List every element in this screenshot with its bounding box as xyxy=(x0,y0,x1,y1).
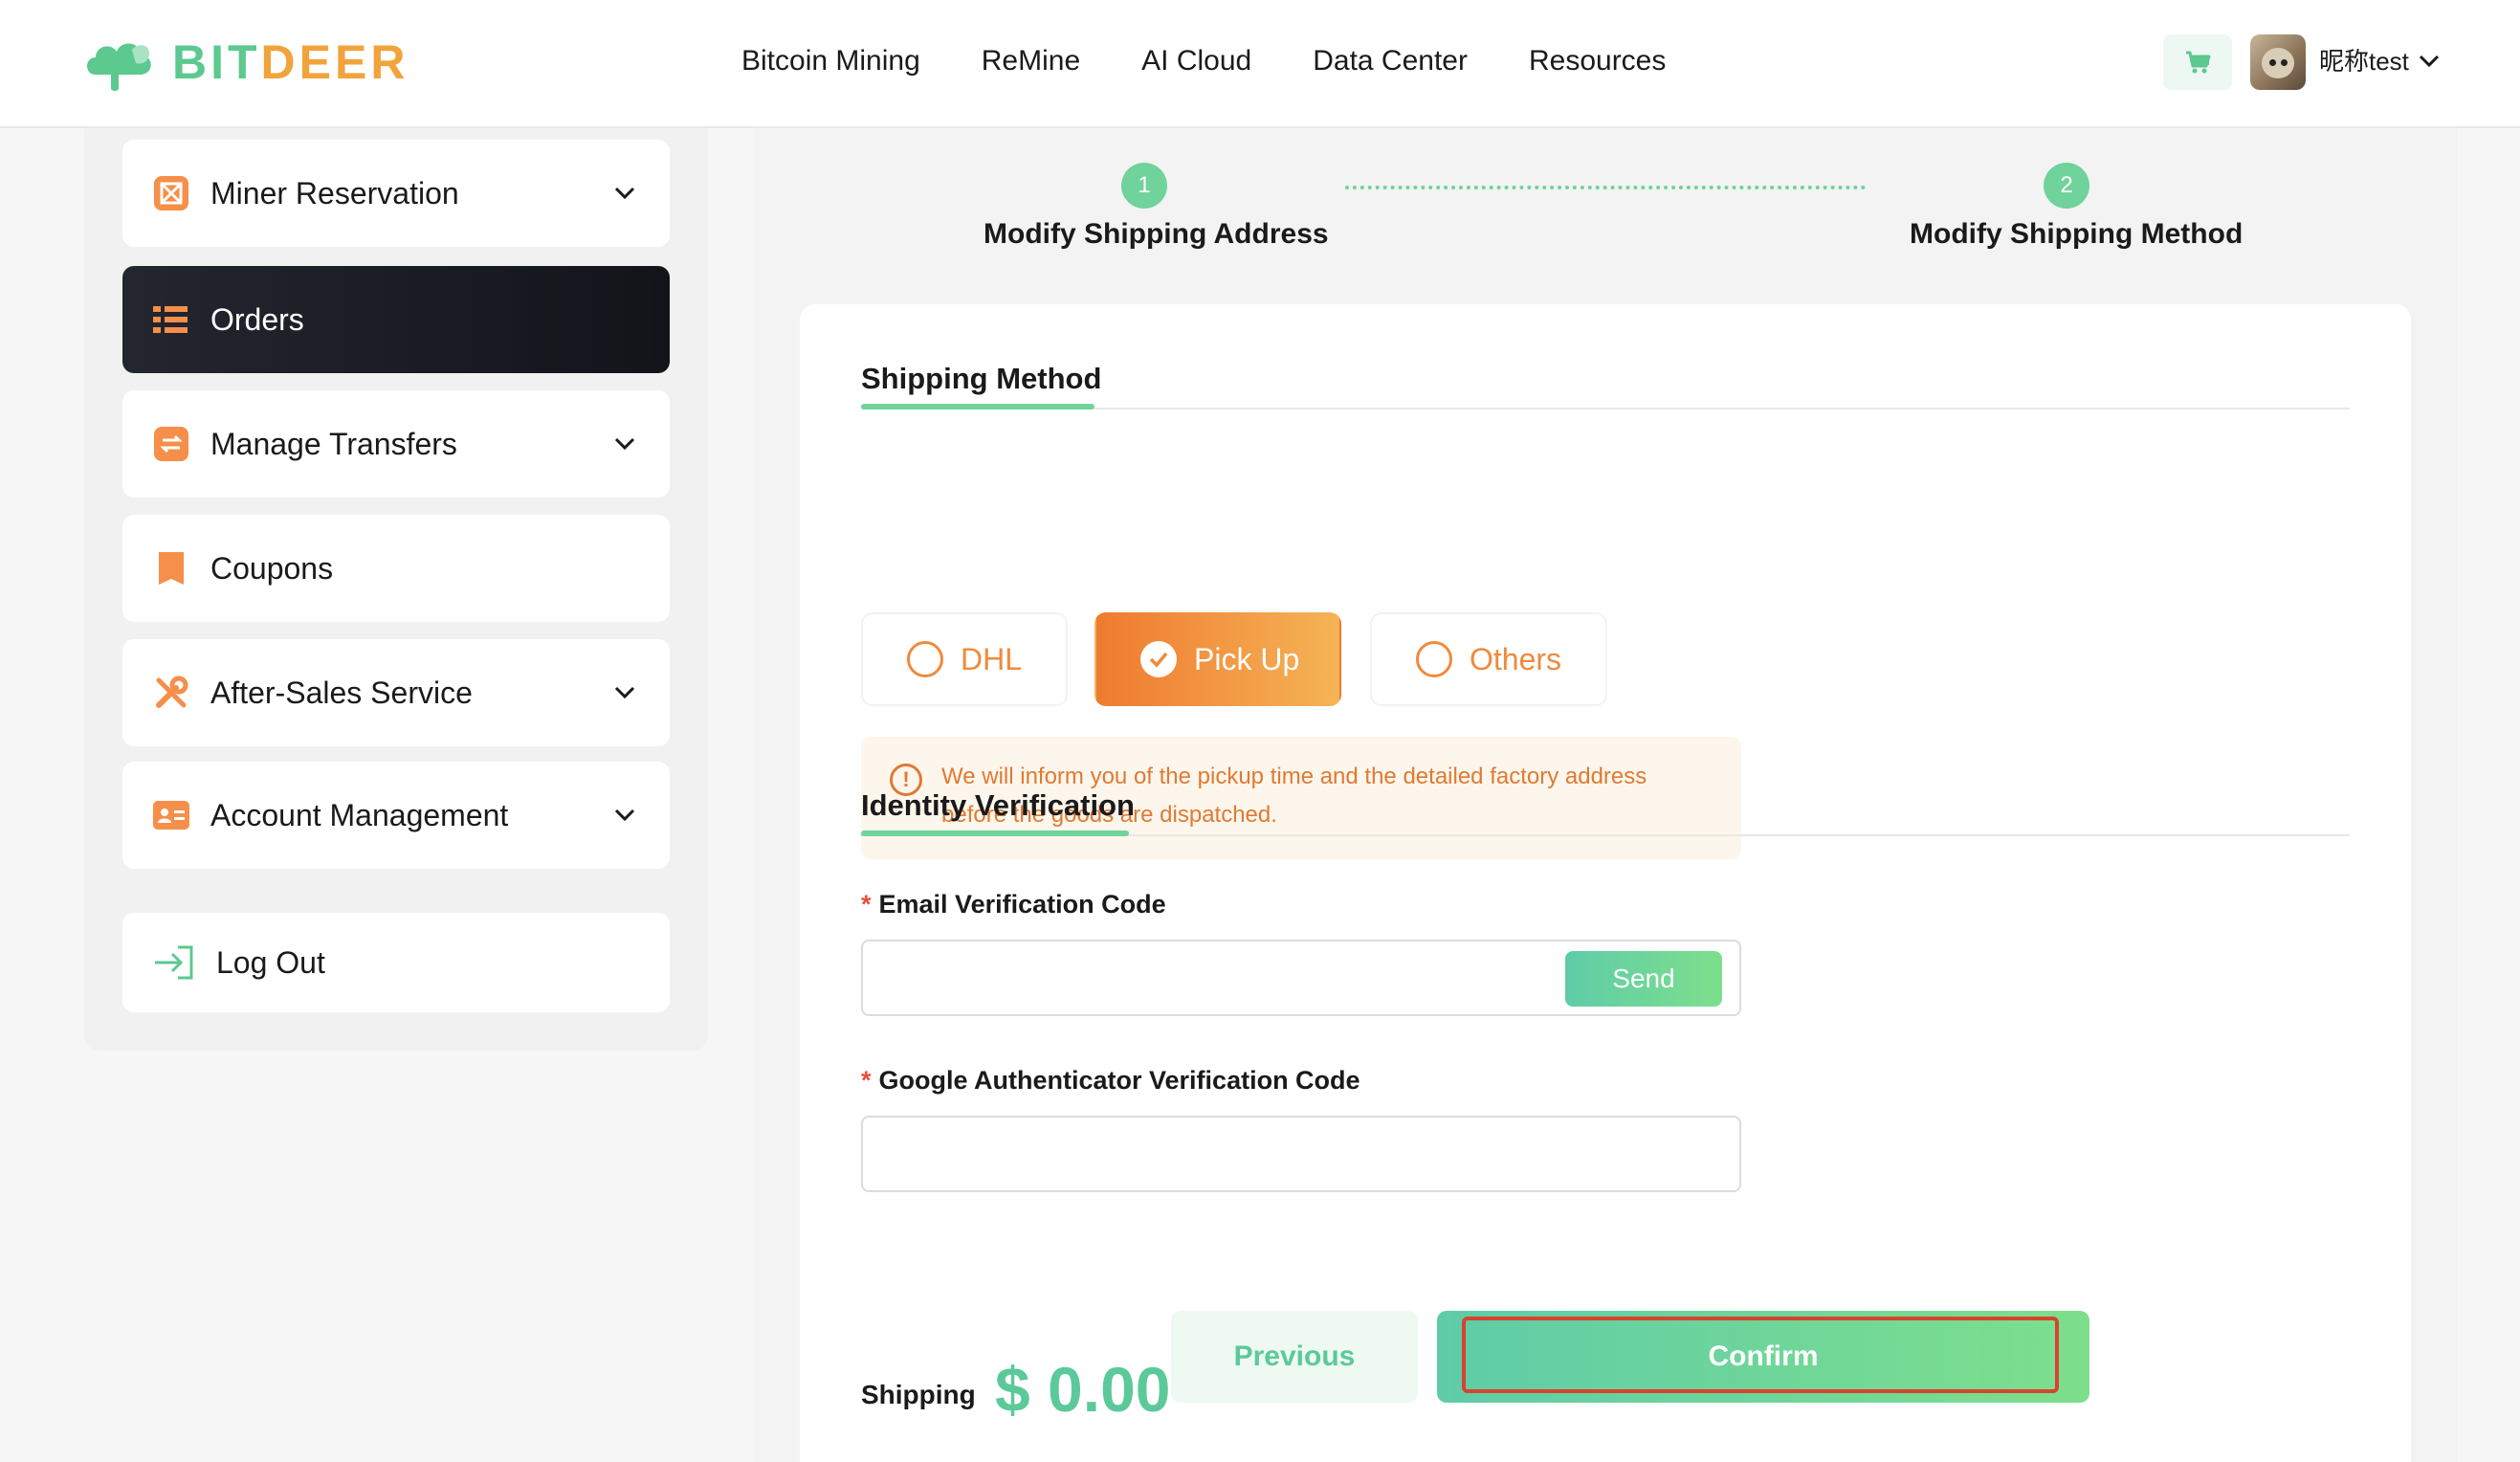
nav-bitcoin-mining[interactable]: Bitcoin Mining xyxy=(741,40,920,82)
shipping-option-pick-up[interactable]: Pick Up xyxy=(1094,612,1341,706)
sidebar-item-label: Manage Transfers xyxy=(210,426,457,461)
sidebar: Miner Reservation Orders Manage Transfer… xyxy=(84,128,708,1051)
radio-unchecked-icon xyxy=(1416,641,1452,677)
deer-cloud-logo-icon xyxy=(87,43,151,91)
option-label: Others xyxy=(1470,641,1562,676)
sidebar-item-orders[interactable]: Orders xyxy=(122,266,670,373)
email-code-label: * Email Verification Code xyxy=(861,890,1166,919)
step-2-label: Modify Shipping Method xyxy=(1910,218,2244,250)
logout-label: Log Out xyxy=(216,944,325,980)
step-2-indicator: 2 xyxy=(2044,163,2089,209)
transfer-icon xyxy=(153,426,189,462)
id-card-icon xyxy=(153,797,189,833)
main-nav: Bitcoin Mining ReMine AI Cloud Data Cent… xyxy=(741,40,1666,82)
chevron-down-icon xyxy=(614,809,635,822)
logout-icon xyxy=(153,944,195,981)
cart-icon xyxy=(2186,51,2211,74)
radio-checked-icon xyxy=(1140,641,1177,677)
chevron-down-icon xyxy=(2419,55,2439,68)
cart-button[interactable] xyxy=(2163,34,2232,90)
shipping-price: $ 0.00 xyxy=(995,1354,1171,1425)
step-connector xyxy=(1345,186,1866,189)
logo-text-bit: BIT xyxy=(172,35,261,89)
logout-button[interactable]: Log Out xyxy=(122,913,670,1012)
user-menu[interactable]: 昵称test xyxy=(2319,42,2440,80)
nav-remine[interactable]: ReMine xyxy=(982,40,1080,82)
radio-unchecked-icon xyxy=(907,641,943,677)
form-card: Shipping Method DHL Pick Up Others ! We … xyxy=(800,304,2411,1462)
sidebar-item-label: Miner Reservation xyxy=(210,175,459,210)
sidebar-item-label: After-Sales Service xyxy=(210,675,473,710)
step-1-indicator: 1 xyxy=(1121,163,1167,209)
chevron-down-icon xyxy=(614,437,635,451)
list-icon xyxy=(153,301,189,338)
top-header: BITDEER Bitcoin Mining ReMine AI Cloud D… xyxy=(0,0,2520,128)
step-1-label: Modify Shipping Address xyxy=(984,218,1329,250)
nav-resources[interactable]: Resources xyxy=(1529,40,1666,82)
option-label: Pick Up xyxy=(1194,641,1300,676)
sidebar-item-account-management[interactable]: Account Management xyxy=(122,762,670,869)
chevron-down-icon xyxy=(614,686,635,699)
sidebar-item-after-sales[interactable]: After-Sales Service xyxy=(122,639,670,746)
logo-text-deer: DEER xyxy=(260,35,409,89)
google-code-label: * Google Authenticator Verification Code xyxy=(861,1066,1360,1095)
previous-button[interactable]: Previous xyxy=(1171,1311,1418,1403)
sidebar-item-manage-transfers[interactable]: Manage Transfers xyxy=(122,390,670,498)
bitdeer-logo[interactable]: BITDEER xyxy=(82,31,409,94)
sidebar-item-coupons[interactable]: Coupons xyxy=(122,515,670,622)
sidebar-item-label: Account Management xyxy=(210,797,509,832)
highlight-outline xyxy=(1462,1317,2059,1393)
identity-verification-title: Identity Verification xyxy=(861,788,1135,822)
miner-icon xyxy=(153,175,189,211)
tools-icon xyxy=(153,675,189,711)
avatar[interactable] xyxy=(2250,34,2306,90)
sidebar-item-miner-reservation[interactable]: Miner Reservation xyxy=(122,140,670,247)
shipping-option-dhl[interactable]: DHL xyxy=(861,612,1068,706)
send-code-button[interactable]: Send xyxy=(1565,951,1722,1007)
sidebar-item-label: Coupons xyxy=(210,550,334,586)
nav-ai-cloud[interactable]: AI Cloud xyxy=(1141,40,1251,82)
shipping-option-others[interactable]: Others xyxy=(1370,612,1607,706)
bookmark-icon xyxy=(153,550,189,587)
username-label: 昵称test xyxy=(2319,47,2409,76)
confirm-button[interactable]: Confirm xyxy=(1437,1311,2089,1403)
nav-data-center[interactable]: Data Center xyxy=(1313,40,1468,82)
shipping-label: Shipping xyxy=(861,1380,976,1409)
shipping-method-title: Shipping Method xyxy=(861,362,1102,395)
chevron-down-icon xyxy=(614,187,635,200)
sidebar-item-label: Orders xyxy=(210,301,304,337)
main-content: 1 Modify Shipping Address 2 Modify Shipp… xyxy=(754,128,2457,1462)
email-code-field[interactable]: Send xyxy=(861,940,1741,1016)
google-code-field[interactable] xyxy=(861,1116,1741,1192)
option-label: DHL xyxy=(961,641,1023,676)
